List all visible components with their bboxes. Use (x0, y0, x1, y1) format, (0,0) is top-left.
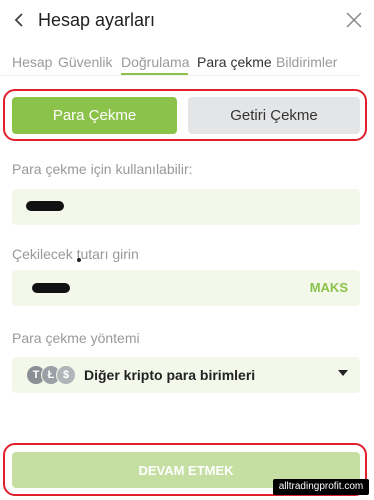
max-button[interactable]: MAKS (310, 280, 348, 295)
stray-dot (77, 258, 81, 262)
page-title: Hesap ayarları (38, 10, 156, 30)
tab-dogrulama[interactable]: Doğrulama (121, 54, 189, 70)
tabs-divider (0, 75, 360, 76)
header: Hesap ayarları (0, 0, 374, 44)
back-arrow-icon[interactable] (12, 9, 28, 31)
amount-label: Çekilecek tutarı girin (12, 246, 139, 262)
redacted-balance (26, 201, 64, 211)
amount-input[interactable]: MAKS (12, 270, 360, 306)
getiri-cekme-button[interactable]: Getiri Çekme (188, 97, 360, 134)
chevron-down-icon (338, 370, 348, 376)
para-cekme-button[interactable]: Para Çekme (12, 97, 177, 134)
redacted-amount (32, 283, 70, 293)
tab-guvenlik[interactable]: Güvenlik (58, 54, 112, 70)
method-label: Para çekme yöntemi (12, 330, 140, 346)
method-selected-value: Diğer kripto para birimleri (84, 367, 256, 383)
method-select[interactable]: T Ł $ Diğer kripto para birimleri (12, 357, 360, 393)
tab-bildirimler[interactable]: Bildirimler (276, 54, 337, 70)
available-label: Para çekme için kullanılabilir: (12, 161, 193, 177)
tab-para-cekme[interactable]: Para çekme (197, 54, 272, 70)
dollar-coin-icon: $ (56, 365, 76, 385)
available-balance-field (12, 189, 360, 225)
watermark: alltradingprofit.com (273, 479, 369, 495)
close-icon[interactable] (344, 10, 364, 30)
tab-hesap[interactable]: Hesap (12, 54, 52, 70)
